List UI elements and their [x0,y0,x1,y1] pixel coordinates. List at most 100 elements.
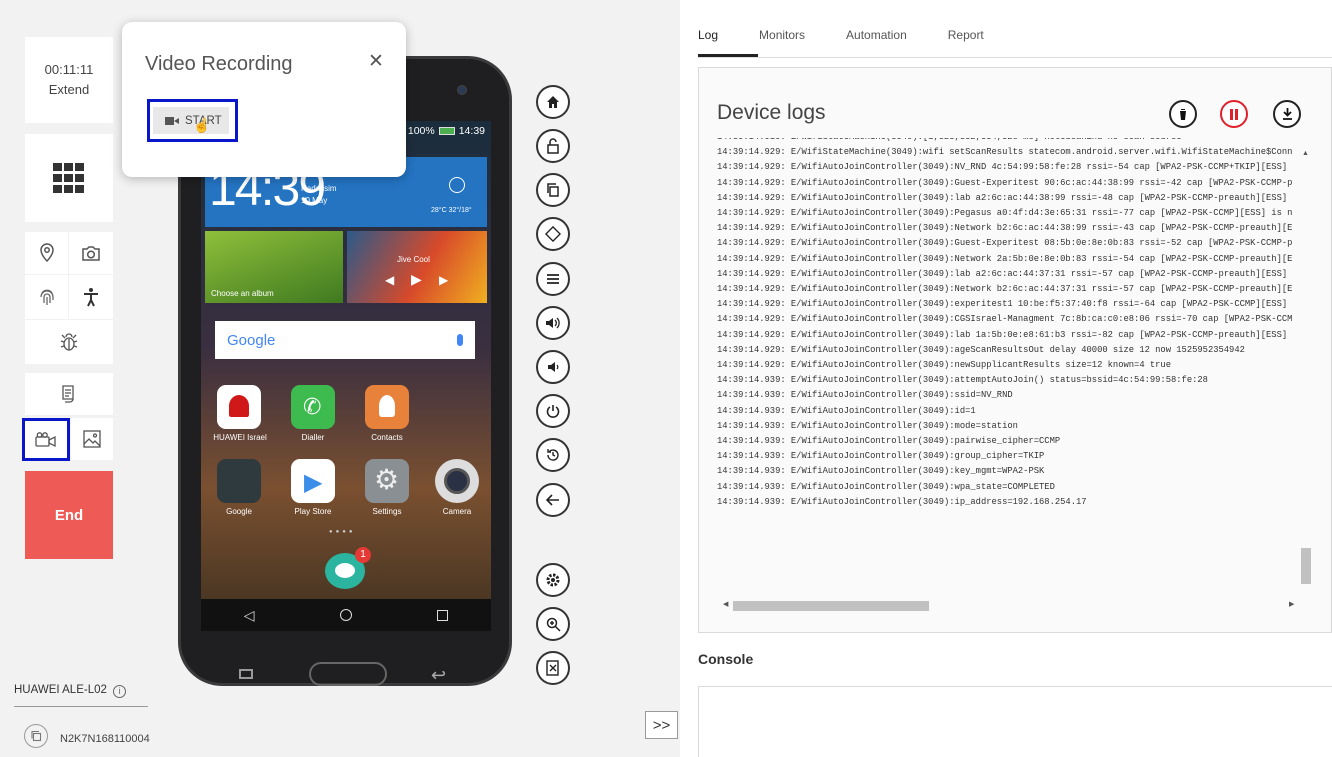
page-indicator: ●●●● [329,529,356,535]
log-horizontal-scrollbar[interactable]: ◀ ▶ [719,600,1294,612]
device-logs-title: Device logs [717,101,826,124]
volume-up-icon [546,317,560,329]
home-circle-icon[interactable] [339,609,352,621]
back-button[interactable] [536,483,570,517]
volume-up-button[interactable] [536,306,570,340]
play-icon[interactable]: ▶ [411,271,422,288]
clear-logs-button[interactable] [1169,100,1197,128]
app-label: Dialler [301,433,325,442]
log-line: 14:39:14.929: E/WifiAutoJoinController(3… [717,329,1288,340]
dialler-app-icon[interactable]: ✆ [291,385,335,429]
play-store-app-icon[interactable]: ▶ [291,459,335,503]
google-folder-icon[interactable] [217,459,261,503]
fit-screen-button[interactable] [536,651,570,685]
home-button[interactable] [536,85,570,119]
screenshot-button[interactable] [71,418,113,460]
grid-icon [53,163,84,193]
reset-button[interactable] [536,438,570,472]
tab-log[interactable]: Log [698,28,718,42]
app-label: Play Store [294,507,332,516]
log-line: 14:39:14.939: E/WifiAutoJoinController(3… [717,451,1045,462]
music-widget[interactable]: Jive Cool ◀ ▶ ▶ [347,231,487,303]
tab-report[interactable]: Report [948,28,984,42]
log-line: 14:39:14.929: E/WifiAutoJoinController(3… [717,223,1293,234]
tab-automation[interactable]: Automation [846,28,907,42]
weather-text: 28°C 32°/18° [431,207,472,214]
video-record-button[interactable] [22,418,70,461]
log-line: 14:39:14.929: E/WifiAutoJoinController(3… [717,268,1288,279]
menu-button[interactable] [536,262,570,296]
log-vertical-scrollbar[interactable]: ▲ [1300,150,1312,590]
recent-apps-button[interactable] [536,173,570,207]
log-line: 14:39:14.929: E/WifiAutoJoinController(3… [717,360,1171,371]
volume-down-icon [548,362,559,372]
arrow-left-icon [546,494,559,506]
accessibility-icon [84,288,98,307]
hw-home-button[interactable] [309,662,387,686]
hw-menu-icon[interactable] [239,669,253,679]
tab-monitors[interactable]: Monitors [759,28,805,42]
expand-panel-button[interactable]: >> [645,711,678,739]
script-button[interactable] [25,373,113,415]
previous-icon[interactable]: ◀ [385,273,394,287]
scrollbar-thumb[interactable] [1301,548,1311,584]
huawei-app-icon[interactable] [217,385,261,429]
tools-panel: Log Monitors Automation Report Device lo… [680,0,1332,757]
copy-serial-button[interactable] [24,724,48,748]
log-line: 14:39:14.919: E/WifiStateMachine(3049):[… [717,138,1309,145]
camera-button[interactable] [69,232,113,274]
hw-back-icon[interactable]: ↩ [431,665,446,686]
chat-bubble-icon [335,563,355,578]
zoom-button[interactable] [536,607,570,641]
log-line: 14:39:14.939: E/WifiAutoJoinController(3… [717,405,976,416]
camera-app-icon[interactable] [435,459,479,503]
location-pin-icon [39,243,54,263]
device-screen[interactable]: 100% 14:39 14:39 Hadassim 10 May 28°C 32… [201,121,491,631]
video-recording-popup: Video Recording ✕ START ☝ [122,22,406,177]
video-icon [165,116,179,125]
start-recording-button[interactable]: START [153,107,229,134]
music-title: Jive Cool [397,255,430,264]
microphone-icon[interactable] [457,334,463,346]
back-triangle-icon[interactable]: ◁ [244,607,255,624]
fingerprint-icon [39,289,54,305]
console-panel[interactable] [698,686,1332,757]
hscrollbar-thumb[interactable] [733,601,929,611]
gear-icon: ⚙ [374,464,400,495]
google-search-bar[interactable]: Google [215,321,475,359]
scroll-right-icon[interactable]: ▶ [1289,600,1294,608]
log-output[interactable]: 14:39:14.919: E/WifiStateMachine(3049):[… [717,138,1309,558]
end-session-button[interactable]: End [25,471,113,559]
next-icon[interactable]: ▶ [439,273,448,287]
location-button[interactable] [25,232,68,274]
download-logs-button[interactable] [1273,100,1301,128]
log-line: 14:39:14.929: E/WifiAutoJoinController(3… [717,192,1288,203]
fingerprint-button[interactable] [25,275,68,319]
log-line: 14:39:14.939: E/WifiAutoJoinController(3… [717,420,1018,431]
menu-icon [547,274,559,284]
trash-icon [1179,109,1187,120]
album-widget[interactable]: Choose an album [205,231,343,303]
device-name-text: HUAWEI ALE-L02 [14,684,107,696]
pause-logs-button[interactable] [1220,100,1248,128]
messages-app-icon[interactable]: 1 [325,547,371,589]
huawei-logo-icon [229,395,249,417]
battery-percent: 100% [407,125,435,137]
scroll-up-icon[interactable]: ▲ [1302,150,1309,157]
info-icon[interactable]: i [113,685,127,698]
log-line: 14:39:14.939: E/WifiAutoJoinController(3… [717,481,1055,492]
settings-button[interactable] [536,563,570,597]
rotate-button[interactable] [536,217,570,251]
apps-grid-button[interactable] [25,134,113,222]
session-timer[interactable]: 00:11:11 Extend [25,37,113,123]
unlock-button[interactable] [536,129,570,163]
scroll-left-icon[interactable]: ◀ [723,600,728,608]
accessibility-button[interactable] [69,275,113,319]
volume-down-button[interactable] [536,350,570,384]
power-button[interactable] [536,394,570,428]
debug-button[interactable] [25,320,113,364]
settings-app-icon[interactable]: ⚙ [365,459,409,503]
contacts-app-icon[interactable] [365,385,409,429]
close-icon[interactable]: ✕ [368,50,384,73]
recents-square-icon[interactable] [437,609,449,621]
